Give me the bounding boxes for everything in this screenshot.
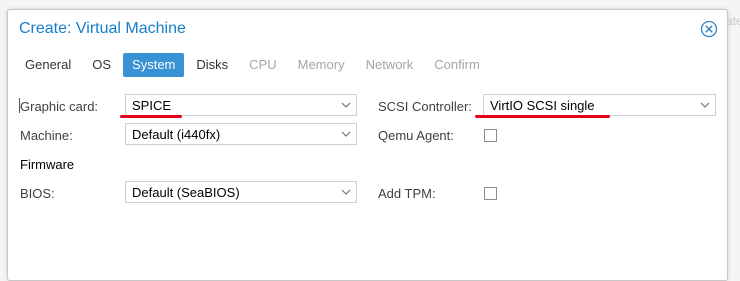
- chevron-down-icon: [341, 102, 351, 108]
- tab-cpu: CPU: [249, 57, 277, 72]
- scsi-controller-select[interactable]: VirtIO SCSI single: [483, 94, 716, 116]
- machine-value: Default (i440fx): [132, 127, 221, 142]
- qemu-agent-label: Qemu Agent:: [378, 128, 454, 143]
- graphic-card-select[interactable]: SPICE: [125, 94, 357, 116]
- add-tpm-label: Add TPM:: [378, 186, 436, 201]
- tab-confirm: Confirm: [434, 57, 480, 72]
- chevron-down-icon: [341, 189, 351, 195]
- bios-value: Default (SeaBIOS): [132, 185, 240, 200]
- dialog-title: Create: Virtual Machine: [19, 20, 186, 37]
- firmware-section-title: Firmware: [20, 157, 75, 172]
- scsi-controller-label: SCSI Controller:: [378, 99, 472, 114]
- tab-network: Network: [365, 57, 414, 72]
- highlight-underline: [120, 115, 182, 118]
- tab-disks[interactable]: Disks: [187, 53, 237, 77]
- chevron-down-icon: [700, 102, 710, 108]
- chevron-down-icon: [341, 131, 351, 137]
- tab-general[interactable]: General: [16, 53, 80, 77]
- tab-system[interactable]: System: [123, 53, 185, 77]
- bios-label: BIOS:: [20, 186, 55, 201]
- close-icon: [700, 20, 718, 38]
- tab-memory: Memory: [297, 57, 345, 72]
- close-button[interactable]: [700, 20, 718, 38]
- add-tpm-checkbox[interactable]: [484, 187, 497, 200]
- tab-os[interactable]: OS: [83, 53, 120, 77]
- machine-select[interactable]: Default (i440fx): [125, 123, 357, 145]
- graphic-card-label: Graphic card:: [20, 99, 99, 114]
- background-text: ate: [726, 14, 740, 28]
- tab-bar: General OS System Disks CPU Memory Netwo…: [16, 52, 492, 78]
- bios-select[interactable]: Default (SeaBIOS): [125, 181, 357, 203]
- qemu-agent-checkbox[interactable]: [484, 129, 497, 142]
- machine-label: Machine:: [20, 128, 73, 143]
- graphic-card-value: SPICE: [132, 98, 172, 113]
- highlight-underline: [475, 115, 610, 118]
- create-vm-dialog: Create: Virtual Machine General OS Syste…: [7, 9, 728, 281]
- scsi-controller-value: VirtIO SCSI single: [490, 98, 595, 113]
